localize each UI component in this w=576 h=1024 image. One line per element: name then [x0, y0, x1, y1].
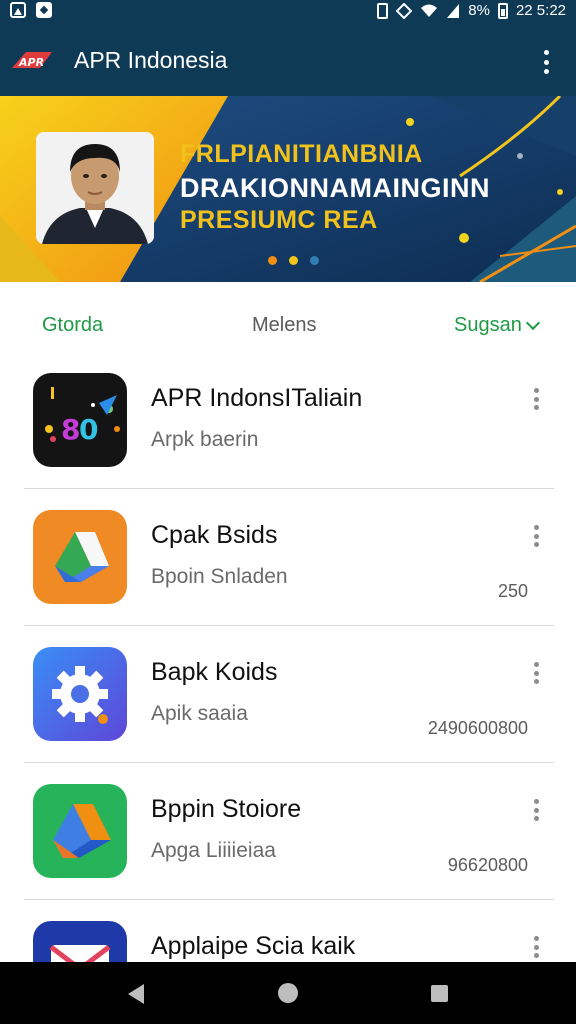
drive-green-app-icon — [33, 784, 127, 878]
app-title: APR IndonsITaliain — [151, 384, 363, 412]
pager-dot-active[interactable] — [289, 256, 298, 265]
svg-text:APR: APR — [18, 56, 44, 69]
tab-gtorda[interactable]: Gtorda — [42, 314, 103, 337]
battery-percent: 8% — [468, 2, 490, 19]
home-icon[interactable] — [278, 983, 298, 1003]
app-meta: 2490600800 — [427, 718, 528, 738]
tab-sugsan[interactable]: Sugsan — [454, 314, 540, 337]
tab-sugsan-label: Sugsan — [454, 314, 522, 336]
notification-icon — [36, 2, 52, 18]
app-meta: 250 — [497, 581, 528, 601]
banner-line-1: FRLPIANITIANBNIA — [180, 140, 423, 168]
banner-line-2: DRAKIONNAMAINGINN — [180, 173, 490, 203]
pager-dot[interactable] — [268, 256, 277, 265]
portrait-photo — [36, 132, 154, 244]
overflow-menu-icon[interactable] — [534, 48, 558, 76]
app-subtitle: Apik saaia — [151, 702, 248, 725]
chevron-down-icon — [525, 315, 540, 330]
svg-text:8: 8 — [61, 413, 80, 446]
back-icon[interactable] — [128, 984, 144, 1004]
promo-banner[interactable]: FRLPIANITIANBNIA DRAKIONNAMAINGINN PRESI… — [0, 96, 576, 282]
app-subtitle: Bpoin Snladen — [151, 565, 288, 588]
apr-logo: APR — [10, 48, 54, 72]
banner-pager — [268, 256, 319, 265]
gear-app-icon — [33, 647, 127, 741]
pager-dot[interactable] — [310, 256, 319, 265]
banner-line-3: PRESIUMC REA — [180, 206, 378, 234]
list-item[interactable]: Bppin Stoiore Apga Liiiieiaa 96620800 — [0, 763, 576, 900]
app-title: Bppin Stoiore — [151, 795, 302, 823]
app-title: Cpak Bsids — [151, 521, 278, 549]
wifi-icon — [420, 4, 438, 18]
status-bar: 8% 22 5:22 — [0, 0, 576, 24]
app-meta: 96620800 — [447, 855, 528, 875]
navigation-bar — [0, 962, 576, 1024]
drive-orange-app-icon — [33, 510, 127, 604]
app-subtitle: Apga Liiiieiaa — [151, 839, 276, 862]
list-item[interactable]: Bapk Koids Apik saaia 2490600800 — [0, 626, 576, 763]
more-options-icon[interactable] — [526, 797, 546, 823]
more-options-icon[interactable] — [526, 386, 546, 412]
more-options-icon[interactable] — [526, 660, 546, 686]
battery-icon — [497, 2, 508, 19]
app-subtitle: Arpk baerin — [151, 428, 259, 451]
more-options-icon[interactable] — [526, 523, 546, 549]
app-title: Bapk Koids — [151, 658, 278, 686]
signal-icon — [446, 3, 460, 19]
vibrate-icon — [377, 2, 389, 19]
gallery-icon — [10, 2, 26, 18]
svg-text:0: 0 — [79, 413, 98, 446]
colorful-app-icon: 8 0 — [33, 373, 127, 467]
list-item[interactable]: 8 0 APR IndonsITaliain Arpk baerin — [0, 352, 576, 489]
app-title: Applaipe Scia kaik — [151, 932, 356, 960]
app-title: APR Indonesia — [74, 47, 228, 73]
app-bar: APR APR Indonesia — [0, 24, 576, 96]
nfc-icon — [395, 2, 413, 19]
list-item[interactable]: Cpak Bsids Bpoin Snladen 250 — [0, 489, 576, 626]
more-options-icon[interactable] — [526, 934, 546, 960]
clock: 22 5:22 — [515, 2, 566, 19]
recents-icon[interactable] — [431, 985, 448, 1002]
tab-melens[interactable]: Melens — [252, 314, 316, 337]
